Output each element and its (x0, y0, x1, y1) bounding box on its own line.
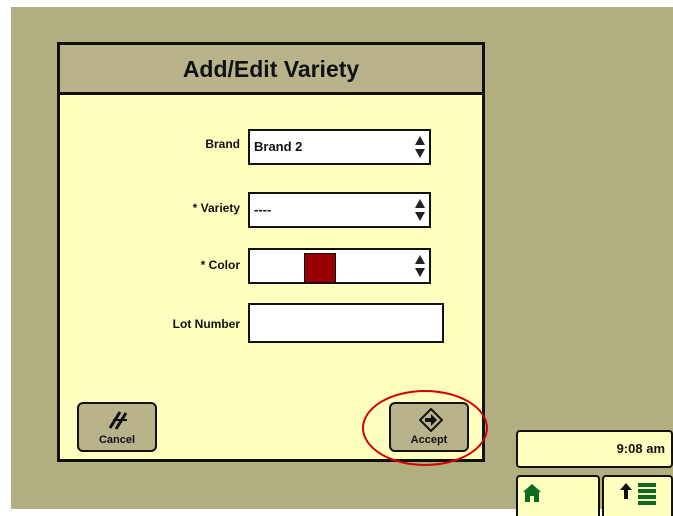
variety-label: * Variety (192, 201, 240, 215)
up-down-arrows-icon[interactable] (414, 198, 426, 222)
lot-number-label: Lot Number (172, 317, 240, 331)
up-down-arrows-icon[interactable] (414, 254, 426, 278)
color-label: * Color (200, 258, 240, 272)
cancel-button[interactable]: Cancel (77, 402, 157, 452)
brand-value: Brand 2 (254, 139, 303, 154)
home-icon (523, 484, 541, 502)
row-map-softkey[interactable] (602, 475, 673, 516)
accept-highlight-circle (362, 390, 488, 466)
brand-label: Brand (205, 137, 240, 151)
brand-selector[interactable]: Brand 2 (248, 129, 431, 165)
cancel-label: Cancel (98, 434, 136, 446)
up-down-arrows-icon[interactable] (414, 135, 426, 159)
dialog-title: Add/Edit Variety (60, 45, 482, 95)
cancel-slash-icon (108, 411, 128, 430)
display-screen: Add/Edit Variety Brand Brand 2 * Variety… (11, 7, 673, 516)
color-swatch (304, 253, 336, 283)
home-softkey[interactable] (516, 475, 600, 516)
lot-number-input[interactable] (248, 303, 444, 343)
variety-value: ---- (254, 202, 272, 217)
up-arrow-rows-icon (620, 483, 656, 505)
variety-selector[interactable]: ---- (248, 192, 431, 228)
color-selector[interactable] (248, 248, 431, 284)
clock-display: 9:08 am (516, 430, 673, 468)
